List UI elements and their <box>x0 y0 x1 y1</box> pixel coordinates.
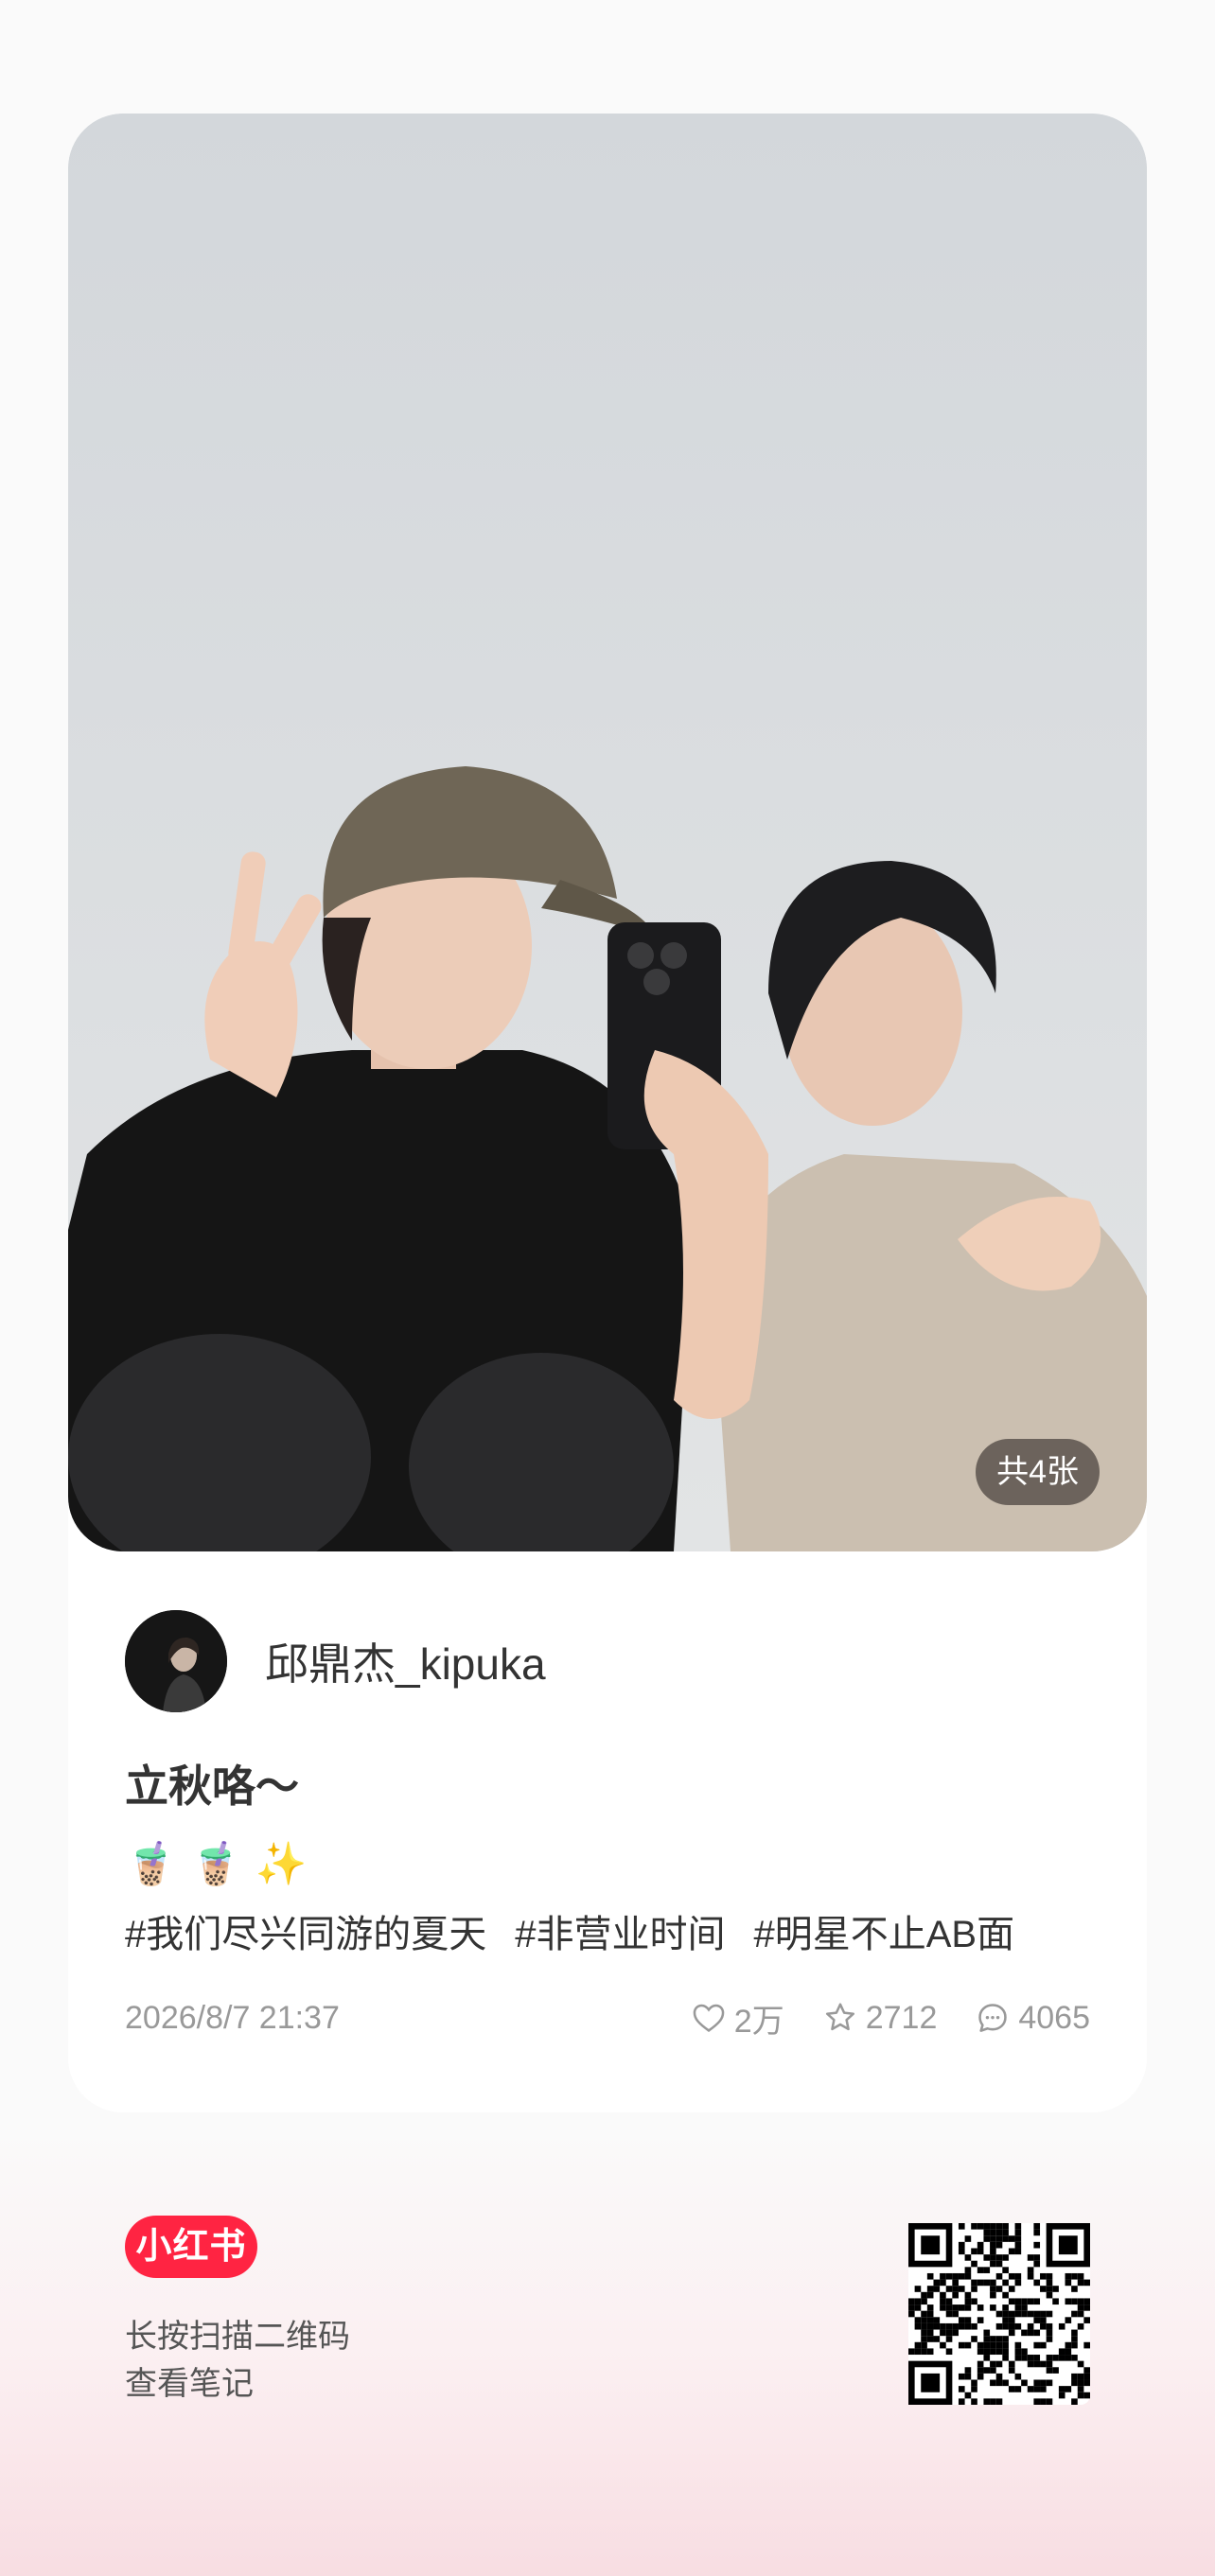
collect-stat[interactable]: 2712 <box>822 1999 938 2037</box>
note-card[interactable]: 共4张 邱鼎杰_kipuka 立秋咯～ 🧋 🧋 ✨ #我们尽兴同游的夏天 #非营… <box>68 114 1147 2112</box>
author-name[interactable]: 邱鼎杰_kipuka <box>265 1630 546 1692</box>
post-date: 2026/8/7 21:37 <box>125 1999 340 2036</box>
qr-code-icon <box>908 2223 1090 2405</box>
star-icon <box>825 2003 854 2031</box>
qr-code[interactable] <box>908 2223 1090 2405</box>
bubble-tea-emoji: 🧋 <box>125 1841 177 1887</box>
hashtag[interactable]: #我们尽兴同游的夏天 <box>125 1903 486 1958</box>
comment-count: 4065 <box>1018 1999 1090 2036</box>
comment-stat[interactable]: 4065 <box>975 2000 1090 2037</box>
hashtag[interactable]: #明星不止AB面 <box>754 1903 1015 1958</box>
author-row[interactable]: 邱鼎杰_kipuka <box>125 1610 546 1712</box>
scan-hint: 长按扫描二维码 查看笔记 <box>125 2313 350 2408</box>
scan-hint-line1: 长按扫描二维码 <box>125 2319 350 2355</box>
xiaohongshu-logo: 小红书 <box>125 2216 257 2278</box>
heart-icon <box>693 2004 725 2033</box>
sparkles-emoji: ✨ <box>255 1841 308 1887</box>
tag-list: #我们尽兴同游的夏天 #非营业时间 #明星不止AB面 <box>125 1903 1014 1958</box>
post-photo[interactable]: 共4张 <box>68 114 1147 1551</box>
like-count: 2万 <box>733 2003 784 2040</box>
comment-icon <box>978 2004 1008 2032</box>
image-count-badge: 共4张 <box>976 1439 1100 1505</box>
hashtag[interactable]: #非营业时间 <box>515 1903 725 1958</box>
post-meta: 2026/8/7 21:37 2万 2712 4065 <box>125 1994 1090 2042</box>
like-stat[interactable]: 2万 <box>691 1995 784 2042</box>
post-title: 立秋咯～ <box>125 1761 299 1811</box>
bubble-tea-emoji: 🧋 <box>189 1841 242 1887</box>
avatar[interactable] <box>125 1610 227 1712</box>
scan-hint-line2: 查看笔记 <box>125 2366 254 2402</box>
collect-count: 2712 <box>865 1999 938 2036</box>
emoji-row: 🧋 🧋 ✨ <box>125 1837 307 1890</box>
